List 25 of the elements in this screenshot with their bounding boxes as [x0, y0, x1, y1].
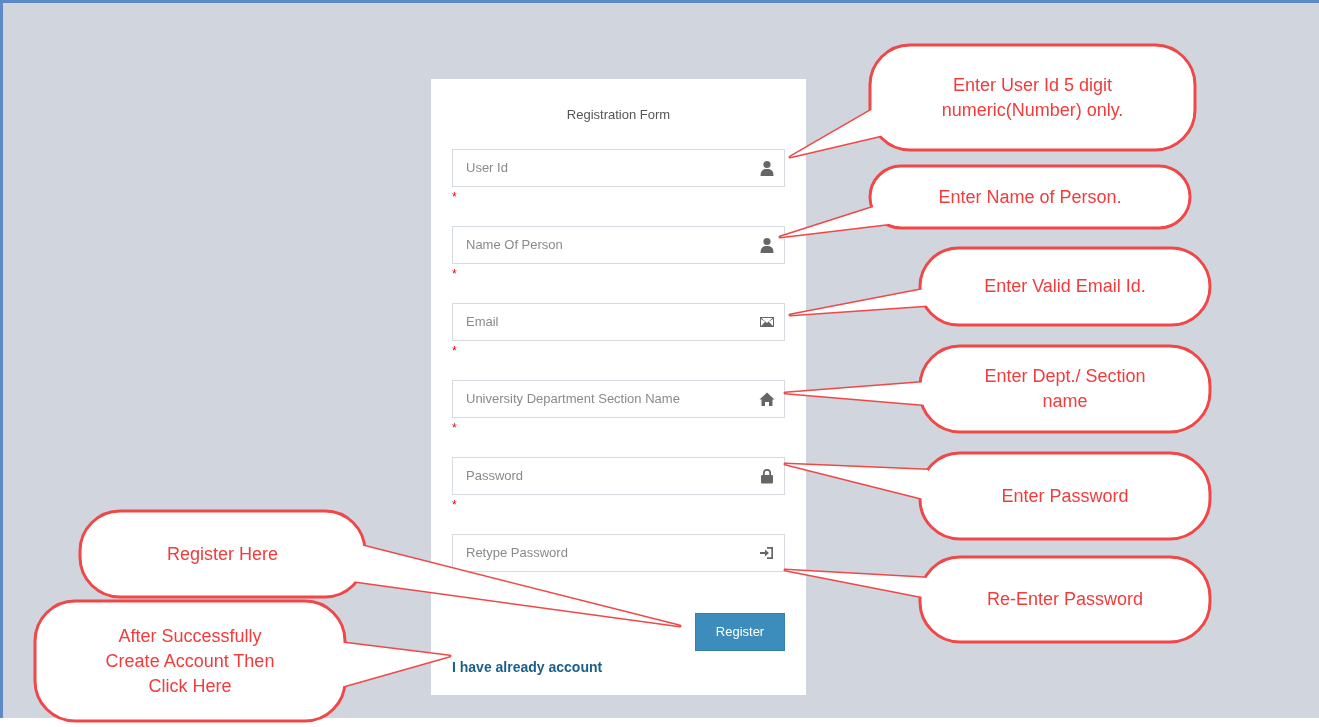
- callout-text: Enter Valid Email Id.: [984, 275, 1146, 298]
- input-field[interactable]: Name Of Person: [452, 225, 785, 264]
- callout-text: Re-Enter Password: [986, 588, 1144, 611]
- callout-text: Enter Name of Person.: [938, 185, 1122, 209]
- login-link[interactable]: I have already account: [452, 658, 603, 675]
- register-button[interactable]: Register: [695, 612, 785, 651]
- required-asterisk: *: [452, 190, 457, 203]
- callout-text: Enter User Id 5 digit numeric(Number) only.: [941, 73, 1124, 122]
- lock-icon: [759, 467, 775, 484]
- required-asterisk: *: [452, 421, 457, 434]
- form-title: Registration Form: [565, 106, 672, 124]
- callout-text: Enter Dept./ Section name: [984, 365, 1146, 413]
- input-field[interactable]: User Id: [452, 148, 785, 187]
- callout-text: After Successfully Create Account Then Click Here: [105, 624, 275, 698]
- input-field[interactable]: Email: [452, 302, 785, 341]
- home-icon: [759, 390, 775, 407]
- input-field[interactable]: Retype Password: [452, 533, 785, 572]
- required-asterisk: *: [452, 498, 457, 511]
- callout-text: Register Here: [167, 542, 278, 566]
- required-asterisk: *: [452, 344, 457, 357]
- login-icon: [759, 544, 775, 561]
- callout-text: Enter Password: [1001, 484, 1129, 508]
- required-asterisk: *: [452, 267, 457, 280]
- user-icon: [759, 236, 775, 253]
- user-icon: [759, 159, 775, 176]
